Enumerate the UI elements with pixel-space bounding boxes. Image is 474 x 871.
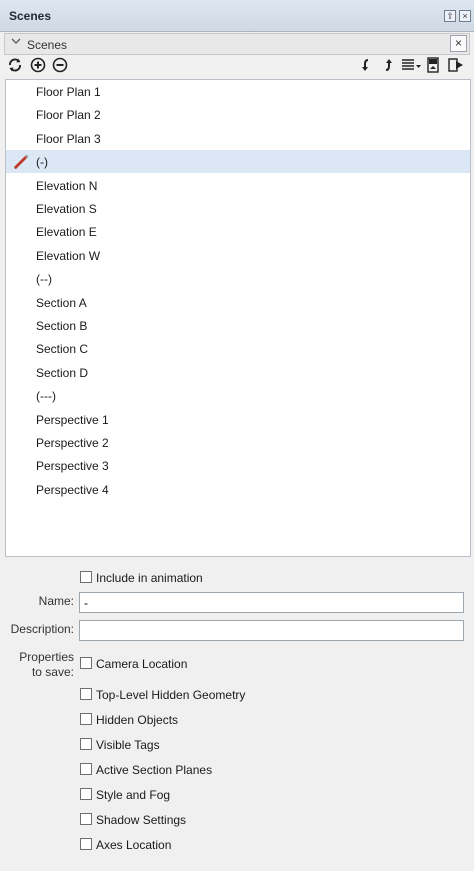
list-item-label: Section A (36, 295, 87, 310)
list-item-label: Perspective 2 (36, 436, 109, 450)
list-item[interactable]: Floor Plan 2 (6, 103, 470, 126)
list-item-label: Section B (36, 319, 88, 333)
list-item-label: Perspective 3 (36, 459, 109, 474)
list-item[interactable]: Section B (6, 314, 470, 337)
section-label: Scenes (27, 38, 68, 52)
property-checkbox[interactable] (80, 688, 92, 700)
list-item[interactable]: (---) (6, 384, 470, 407)
list-item-label: (--) (36, 272, 52, 287)
add-scene-icon[interactable] (30, 57, 48, 75)
scene-properties-panel: Include in animation Name: Description: … (0, 560, 474, 871)
property-checkbox[interactable] (80, 813, 92, 825)
list-item[interactable]: (-) (6, 150, 470, 174)
scene-list[interactable]: Floor Plan 1 Floor Plan 2 Floor Plan 3 (-) E… (5, 79, 471, 557)
window-title: Scenes (9, 9, 52, 23)
list-item-label: Section C (36, 342, 89, 357)
property-checkbox[interactable] (80, 713, 92, 725)
list-item[interactable]: Section C (6, 337, 470, 360)
pencil-icon (12, 153, 30, 172)
include-animation-checkbox[interactable] (80, 571, 92, 583)
name-label: Name: (38, 594, 74, 608)
description-label: Description: (10, 622, 74, 636)
list-item[interactable]: Floor Plan 1 (6, 80, 470, 103)
property-checkbox-label: Top-Level Hidden Geometry (96, 688, 246, 702)
property-checkbox[interactable] (80, 788, 92, 800)
refresh-icon[interactable] (7, 57, 25, 75)
list-item[interactable]: Perspective 2 (6, 431, 470, 454)
pin-icon[interactable]: ⇧ (444, 10, 456, 22)
list-item[interactable]: (--) (6, 267, 470, 290)
show-details-icon[interactable] (425, 57, 443, 75)
list-item[interactable]: Perspective 3 (6, 454, 470, 477)
list-item-label: Elevation N (36, 178, 98, 193)
list-item[interactable]: Elevation W (6, 244, 470, 267)
description-field[interactable] (79, 620, 464, 641)
list-item-label: (---) (36, 389, 56, 404)
list-item-label: (-) (36, 155, 48, 170)
property-checkbox-label: Style and Fog (96, 788, 171, 802)
chevron-down-icon[interactable] (11, 36, 21, 49)
close-window-icon[interactable]: × (459, 10, 471, 22)
list-item[interactable]: Section A (6, 291, 470, 314)
list-item-label: Floor Plan 1 (36, 85, 101, 99)
list-item-label: Elevation W (36, 248, 101, 263)
update-scene-icon[interactable] (447, 57, 465, 75)
list-item[interactable]: Section D (6, 361, 470, 384)
list-item[interactable]: Elevation N (6, 174, 470, 197)
property-checkbox-label: Camera Location (96, 657, 188, 671)
close-section-button[interactable]: × (450, 35, 467, 52)
list-item-label: Floor Plan 2 (36, 108, 101, 123)
list-item-label: Elevation E (36, 225, 97, 240)
list-item[interactable]: Elevation S (6, 197, 470, 220)
list-item-label: Floor Plan 3 (36, 131, 101, 146)
list-item[interactable]: Perspective 1 (6, 408, 470, 431)
property-checkbox-label: Hidden Objects (96, 713, 179, 727)
list-item-label: Section D (36, 365, 89, 380)
properties-to-save-label-1: Properties (19, 650, 74, 664)
window-titlebar: Scenes ⇧ × (0, 0, 474, 32)
list-item-label: Elevation S (36, 202, 97, 216)
list-item-label: Perspective 1 (36, 412, 109, 427)
property-checkbox-label: Shadow Settings (96, 813, 187, 827)
list-item[interactable]: Perspective 4 (6, 478, 470, 501)
scenes-section-header[interactable]: Scenes × (4, 33, 470, 55)
name-field[interactable] (79, 592, 464, 613)
property-checkbox[interactable] (80, 838, 92, 850)
property-checkbox-label: Visible Tags (96, 738, 160, 752)
list-item[interactable]: Elevation E (6, 220, 470, 243)
property-checkbox[interactable] (80, 738, 92, 750)
property-checkbox[interactable] (80, 657, 92, 669)
move-scene-down-icon[interactable] (359, 57, 377, 75)
include-animation-label: Include in animation (96, 571, 203, 585)
property-checkbox-label: Active Section Planes (96, 763, 213, 777)
list-item-label: Perspective 4 (36, 482, 109, 497)
move-scene-up-icon[interactable] (380, 57, 398, 75)
view-options-icon[interactable] (400, 57, 422, 75)
property-checkbox-label: Axes Location (96, 838, 172, 852)
remove-scene-icon[interactable] (52, 57, 70, 75)
properties-to-save-label-2: to save: (31, 665, 74, 679)
list-item[interactable]: Floor Plan 3 (6, 127, 470, 150)
scenes-toolbar (4, 57, 470, 77)
property-checkbox[interactable] (80, 763, 92, 775)
